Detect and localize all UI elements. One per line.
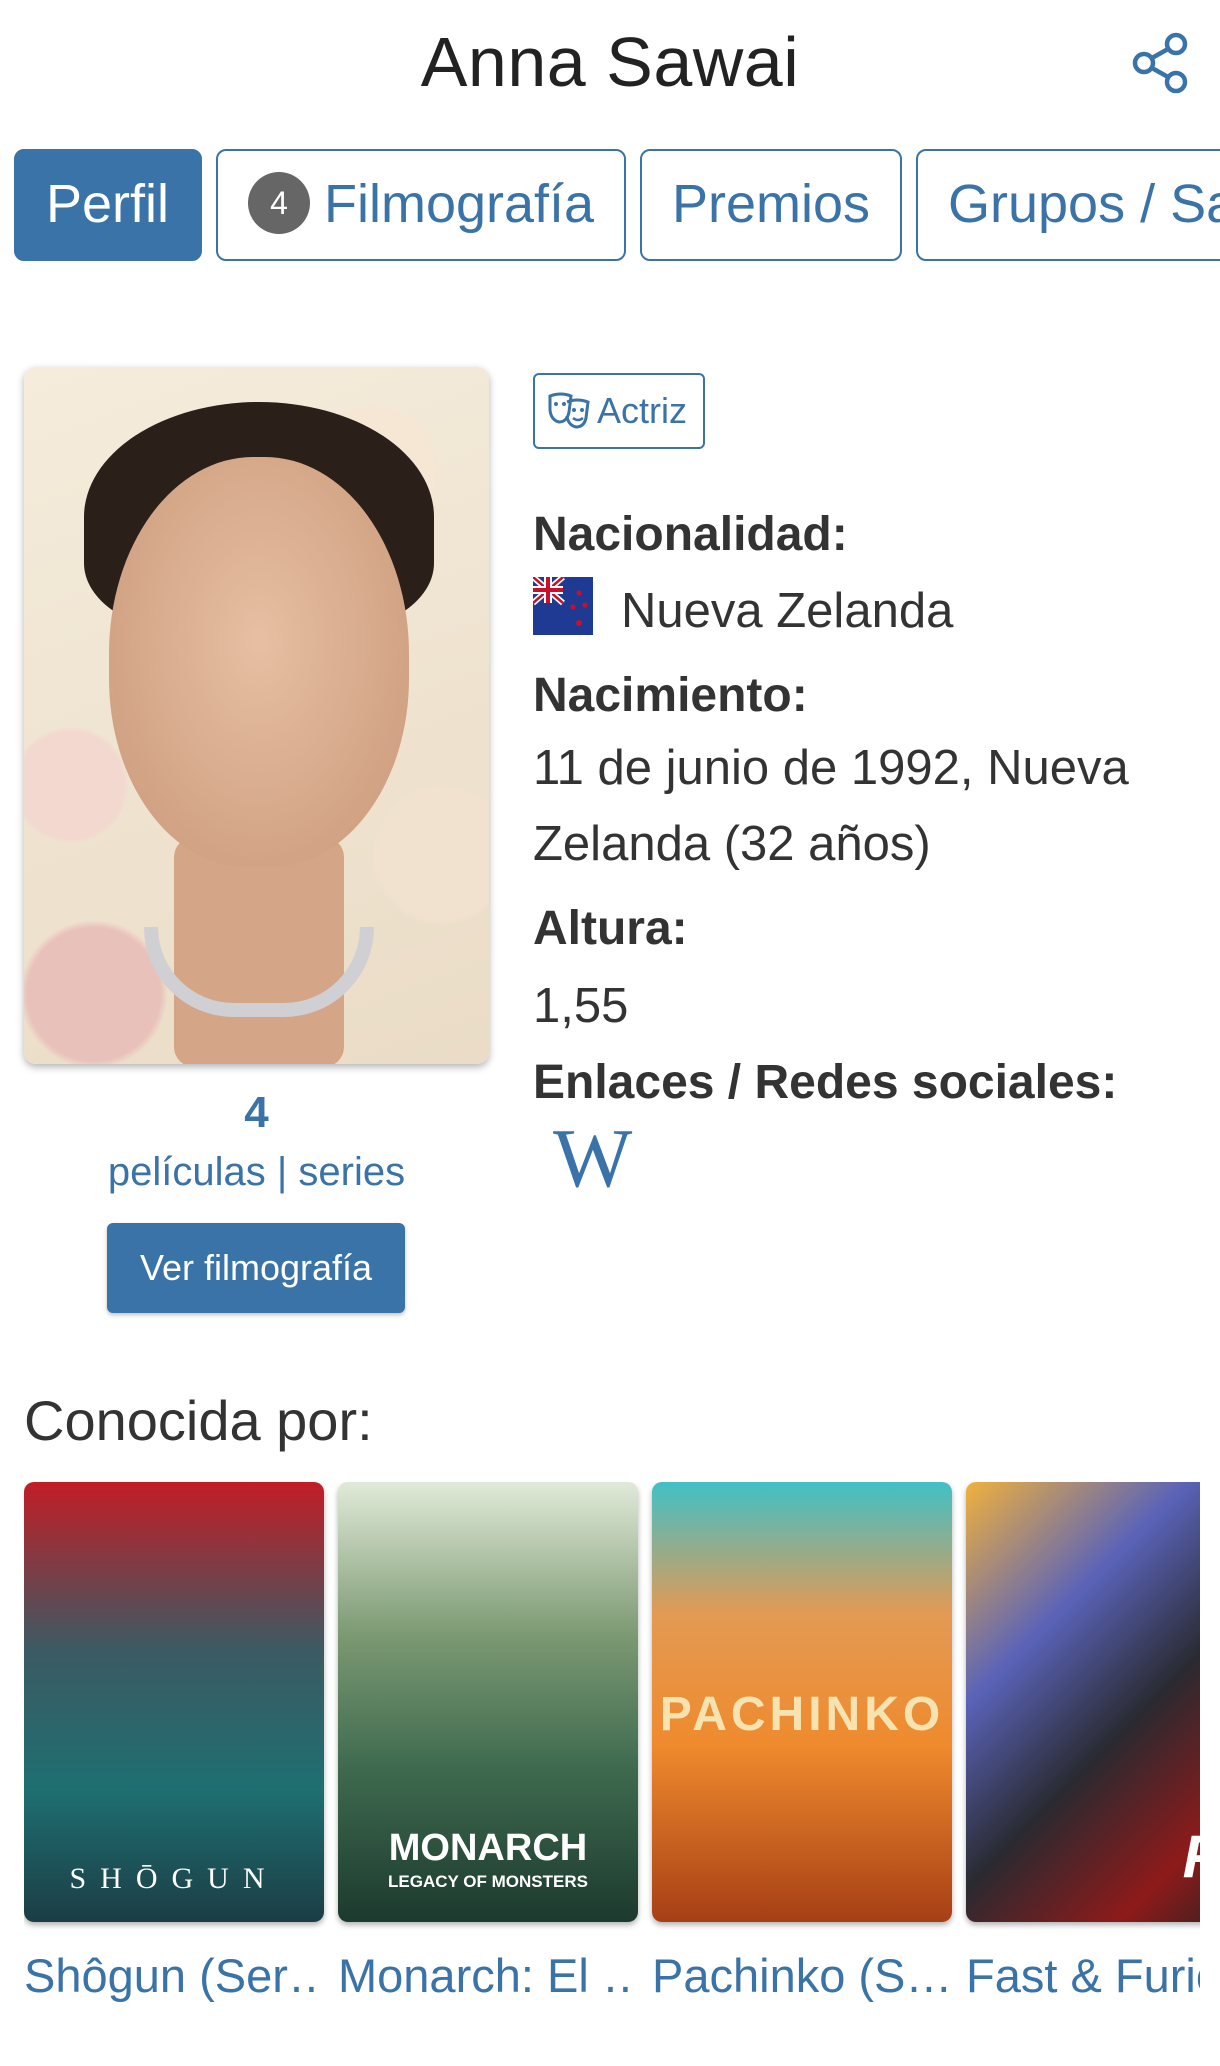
film-count: 4 bbox=[244, 1088, 269, 1137]
nationality-value: Nueva Zelanda bbox=[531, 573, 1213, 649]
birth-label: Nacimiento: bbox=[533, 669, 808, 722]
role-badge-label: Actriz bbox=[597, 390, 687, 431]
page-title: Anna Sawai bbox=[420, 23, 800, 101]
poster-title[interactable]: Pachinko (S… bbox=[652, 1948, 952, 2003]
app-header: Anna Sawai bbox=[0, 0, 1220, 130]
photo-face bbox=[109, 457, 409, 867]
poster-fast-furious[interactable]: F bbox=[966, 1482, 1200, 1922]
poster-logo-text: F bbox=[1136, 1822, 1200, 1891]
nationality-label: Nacionalidad: bbox=[533, 508, 848, 561]
wikipedia-icon[interactable]: W bbox=[553, 1110, 632, 1207]
role-badge-container: Actriz bbox=[533, 373, 1203, 449]
new-zealand-flag-icon bbox=[531, 574, 593, 635]
filmography-count-badge: 4 bbox=[248, 172, 310, 234]
poster-title[interactable]: Shôgun (Ser… bbox=[24, 1948, 324, 2003]
links-label: Enlaces / Redes sociales: bbox=[533, 1056, 1118, 1109]
height-value: 1,55 bbox=[533, 979, 629, 1033]
tab-label: Perfil bbox=[46, 174, 170, 234]
poster-title[interactable]: Fast & Furio bbox=[966, 1948, 1200, 2003]
theater-masks-icon bbox=[548, 392, 590, 429]
film-type-links[interactable]: películas | series bbox=[24, 1150, 489, 1195]
tab-label: Premios bbox=[672, 174, 871, 234]
known-for-title: Conocida por: bbox=[24, 1389, 373, 1452]
profile-photo[interactable] bbox=[24, 367, 489, 1064]
poster-logo-text: MONARCH bbox=[388, 1827, 588, 1869]
tab-label: Filmografía bbox=[324, 174, 595, 234]
tab-bar: Perfil 4 Filmografía Premios Grupos / Sa bbox=[14, 149, 1220, 263]
tab-label: Grupos / Sa bbox=[948, 174, 1220, 234]
tab-perfil[interactable]: Perfil bbox=[14, 149, 202, 261]
tab-grupos[interactable]: Grupos / Sa bbox=[916, 149, 1220, 261]
poster-logo-text: PACHINKO bbox=[659, 1688, 945, 1741]
poster-logo-text: SHŌGUN bbox=[69, 1862, 279, 1895]
tab-premios[interactable]: Premios bbox=[640, 149, 902, 261]
height-label: Altura: bbox=[533, 902, 688, 955]
share-icon[interactable] bbox=[1130, 32, 1192, 94]
poster-monarch[interactable]: MONARCH LEGACY OF MONSTERS bbox=[338, 1482, 638, 1922]
birth-value: 11 de junio de 1992, Nueva Zelanda (32 a… bbox=[533, 741, 1129, 871]
poster-subtitle: LEGACY OF MONSTERS bbox=[388, 1872, 588, 1891]
nationality-text: Nueva Zelanda bbox=[621, 584, 954, 638]
tab-filmografia[interactable]: 4 Filmografía bbox=[216, 149, 626, 261]
poster-shogun[interactable]: SHŌGUN bbox=[24, 1482, 324, 1922]
poster-title[interactable]: Monarch: El … bbox=[338, 1948, 638, 2003]
role-badge[interactable]: Actriz bbox=[533, 373, 705, 449]
known-for-carousel: SHŌGUN MONARCH LEGACY OF MONSTERS PACHIN… bbox=[24, 1482, 1200, 1982]
poster-pachinko[interactable]: PACHINKO bbox=[652, 1482, 952, 1922]
view-filmography-button[interactable]: Ver filmografía bbox=[107, 1223, 405, 1313]
